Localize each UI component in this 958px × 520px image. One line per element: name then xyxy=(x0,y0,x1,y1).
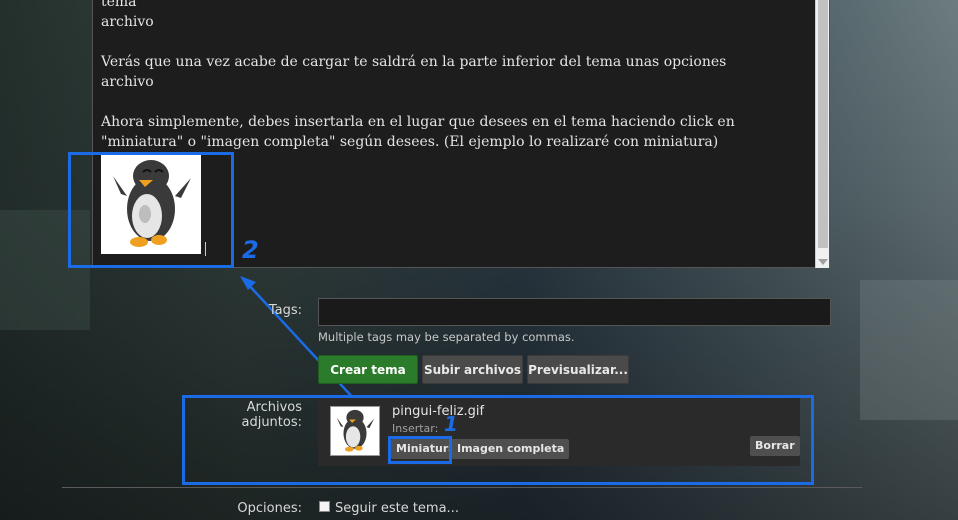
preview-button[interactable]: Previsualizar... xyxy=(527,355,629,384)
upload-files-button[interactable]: Subir archivos xyxy=(422,355,523,384)
highlight-box-attachments xyxy=(182,395,814,485)
options-label: Opciones: xyxy=(237,501,302,516)
tags-input[interactable] xyxy=(318,298,831,326)
divider xyxy=(62,487,862,488)
annotation-label-1: 1 xyxy=(444,412,458,436)
watch-topic-label[interactable]: Seguir este tema... xyxy=(335,501,459,516)
tags-hint: Multiple tags may be separated by commas… xyxy=(318,330,575,344)
create-topic-button[interactable]: Crear tema xyxy=(318,355,418,384)
watch-topic-checkbox[interactable] xyxy=(319,501,330,512)
highlight-box-thumbnail-button xyxy=(388,436,452,464)
tags-label: Tags: xyxy=(268,303,302,318)
